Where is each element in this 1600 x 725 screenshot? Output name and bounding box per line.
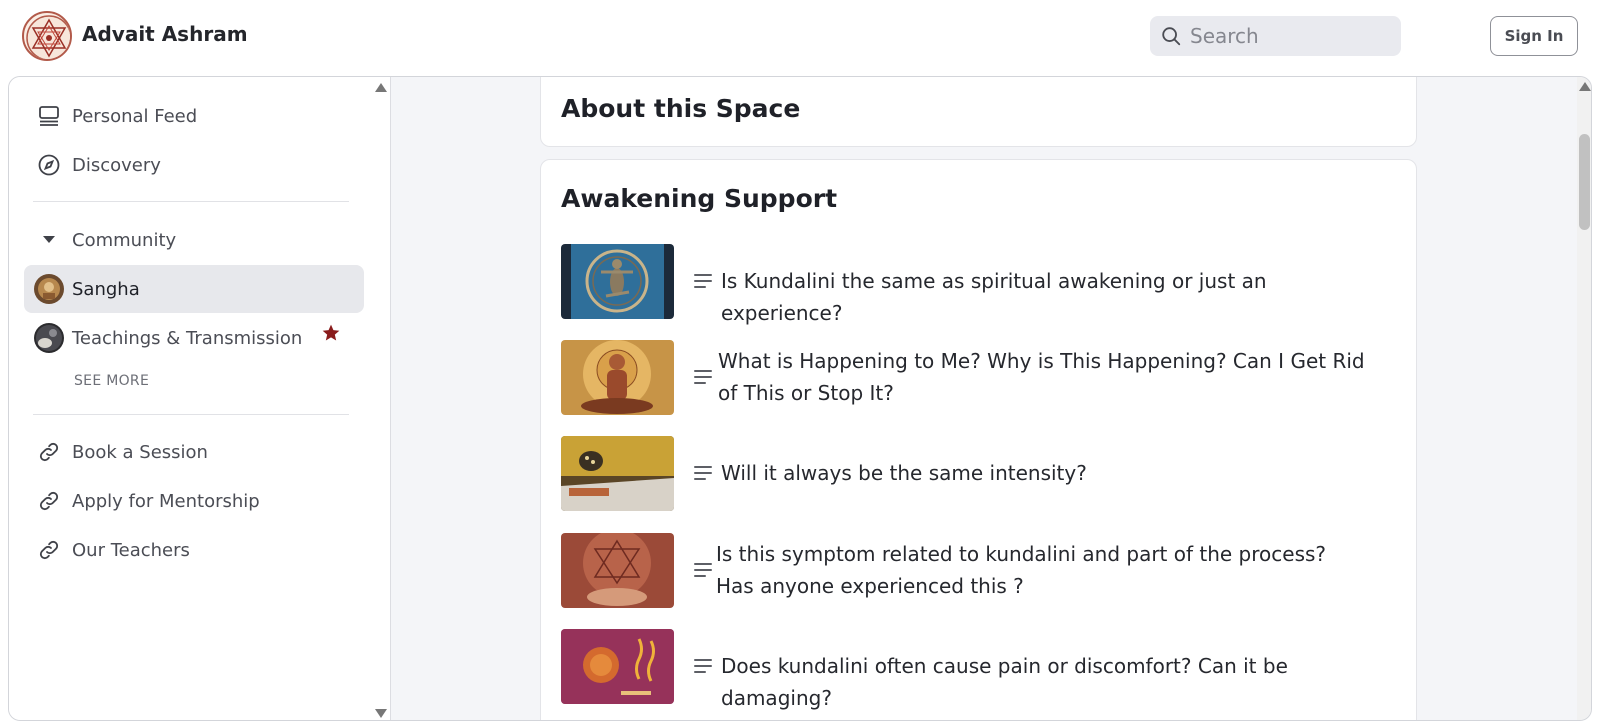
post-title[interactable]: What is Happening to Me? Why is This Hap… (718, 345, 1368, 409)
content-frame: Personal Feed Discovery Community Sangha… (8, 76, 1592, 721)
star-icon[interactable] (321, 323, 341, 347)
top-header: Advait Ashram Search Sign In (0, 0, 1600, 72)
community-section-toggle[interactable]: Community (24, 216, 364, 264)
sidebar-link-book-session[interactable]: Book a Session (24, 428, 364, 476)
section-title[interactable]: Awakening Support (561, 184, 837, 213)
sidebar-scroll-down-arrow[interactable] (375, 709, 387, 718)
brand-name[interactable]: Advait Ashram (82, 22, 248, 46)
link-icon (33, 485, 65, 517)
post-title[interactable]: Will it always be the same intensity? (721, 457, 1371, 489)
sidebar-divider (33, 201, 349, 202)
post-type-icon (694, 658, 712, 678)
teachings-avatar (33, 322, 65, 354)
awakening-support-card: Awakening Support Is Kundalini the same … (540, 159, 1417, 720)
main-scrollbar[interactable] (1577, 77, 1591, 720)
sidebar-item-personal-feed[interactable]: Personal Feed (24, 92, 364, 140)
caret-down-icon (33, 224, 65, 256)
post-type-icon (694, 465, 712, 485)
sidebar-link-our-teachers[interactable]: Our Teachers (24, 526, 364, 574)
sangha-avatar (33, 273, 65, 305)
post-item[interactable]: Is this symptom related to kundalini and… (561, 533, 1381, 609)
post-title[interactable]: Is Kundalini the same as spiritual awake… (721, 265, 1371, 329)
scroll-up-arrow[interactable] (1579, 82, 1591, 91)
search-icon (1162, 27, 1181, 46)
search-input[interactable]: Search (1150, 16, 1401, 56)
post-thumbnail[interactable] (561, 533, 674, 608)
logo-icon[interactable] (22, 11, 72, 61)
post-thumbnail[interactable] (561, 340, 674, 415)
sign-in-button[interactable]: Sign In (1490, 16, 1578, 56)
search-placeholder: Search (1190, 24, 1259, 48)
sidebar-item-label: Teachings & Transmission (72, 327, 303, 349)
compass-icon (33, 149, 65, 181)
sidebar-item-sangha[interactable]: Sangha (24, 265, 364, 313)
sidebar-item-label: Our Teachers (72, 539, 190, 561)
sidebar-item-label: Personal Feed (72, 105, 198, 127)
see-more-link[interactable]: SEE MORE (74, 373, 149, 389)
post-thumbnail[interactable] (561, 629, 674, 704)
post-item[interactable]: Is Kundalini the same as spiritual awake… (561, 244, 1381, 325)
sidebar-item-label: Apply for Mentorship (72, 490, 260, 512)
link-icon (33, 436, 65, 468)
feed-icon (33, 100, 65, 132)
about-space-card: About this Space (540, 77, 1417, 147)
post-item[interactable]: Will it always be the same intensity? (561, 436, 1381, 512)
sidebar: Personal Feed Discovery Community Sangha… (9, 77, 391, 720)
post-thumbnail[interactable] (561, 436, 674, 511)
sidebar-item-label: Discovery (72, 154, 161, 176)
sidebar-item-discovery[interactable]: Discovery (24, 141, 364, 189)
about-space-title[interactable]: About this Space (561, 94, 800, 123)
sidebar-link-apply-mentorship[interactable]: Apply for Mentorship (24, 477, 364, 525)
sidebar-item-teachings-transmission[interactable]: Teachings & Transmission (24, 314, 364, 362)
post-title[interactable]: Is this symptom related to kundalini and… (716, 538, 1366, 602)
sidebar-divider (33, 414, 349, 415)
post-item[interactable]: Does kundalini often cause pain or disco… (561, 629, 1381, 710)
post-item[interactable]: What is Happening to Me? Why is This Hap… (561, 340, 1381, 416)
community-label: Community (72, 229, 177, 251)
post-type-icon (694, 369, 712, 389)
sidebar-item-label: Book a Session (72, 441, 208, 463)
sidebar-item-label: Sangha (72, 278, 140, 300)
post-type-icon (694, 562, 712, 582)
post-type-icon (694, 273, 712, 293)
post-thumbnail[interactable] (561, 244, 674, 319)
scrollbar-thumb[interactable] (1579, 134, 1590, 230)
sidebar-scroll-up-arrow[interactable] (375, 83, 387, 92)
link-icon (33, 534, 65, 566)
post-title[interactable]: Does kundalini often cause pain or disco… (721, 650, 1371, 714)
